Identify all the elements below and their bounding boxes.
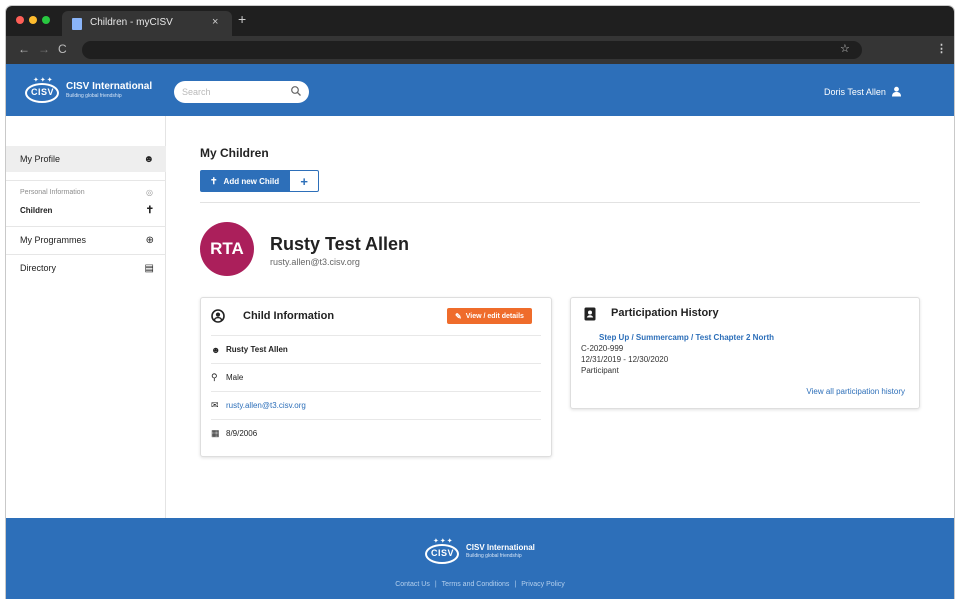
view-all-participation-link[interactable]: View all participation history: [806, 387, 905, 396]
sidebar-divider: [6, 254, 166, 255]
browser-toolbar: ← → C ☆ ⋮: [6, 36, 954, 64]
page-title: My Children: [200, 146, 269, 160]
back-arrow-icon[interactable]: ←: [18, 42, 30, 56]
browser-window: Children - myCISV × + ← → C ☆ ⋮ ✦✦✦ CISV…: [6, 6, 954, 599]
footer-logo-word: CISV: [431, 548, 455, 558]
sidebar-divider: [6, 226, 166, 227]
minimize-window-button[interactable]: [29, 16, 37, 24]
reload-icon[interactable]: C: [58, 42, 67, 56]
info-name-value: Rusty Test Allen: [226, 345, 288, 354]
address-bar[interactable]: [82, 41, 862, 59]
footer-links: Contact Us | Terms and Conditions | Privacy …: [6, 581, 954, 588]
sidebar-item-my-profile[interactable]: My Profile ☻: [6, 146, 166, 172]
male-gender-icon: ⚲: [211, 372, 218, 382]
envelope-icon: ✉: [211, 400, 219, 410]
user-circle-icon: [211, 309, 225, 323]
cisv-logo[interactable]: ✦✦✦ CISV CISV International Building glo…: [24, 74, 152, 106]
sidebar-item-my-programmes[interactable]: My Programmes ⊕: [6, 228, 166, 252]
cisv-logo-mark: ✦✦✦ CISV: [424, 536, 460, 566]
child-icon: ✝: [145, 204, 154, 216]
avatar: RTA: [200, 222, 254, 276]
search-input[interactable]: [182, 85, 282, 99]
info-row-email: ✉ rusty.allen@t3.cisv.org: [211, 391, 541, 419]
programme-dates: 12/31/2019 - 12/30/2020: [581, 355, 669, 364]
add-new-child-label: Add new Child: [223, 176, 280, 186]
user-icon: ☻: [211, 344, 221, 355]
user-icon: [891, 86, 901, 97]
info-birthdate-value: 8/9/2006: [226, 429, 258, 438]
sidebar: My Profile ☻ Personal Information ◎ Chil…: [6, 116, 166, 524]
document-icon: [72, 18, 82, 30]
footer-link-privacy[interactable]: Privacy Policy: [521, 581, 565, 588]
edit-icon: ✎: [455, 311, 462, 321]
programme-role: Participant: [581, 366, 619, 375]
browser-menu-icon[interactable]: ⋮: [936, 42, 947, 55]
main-content: My Children ✝ Add new Child + RTA Rusty …: [166, 116, 954, 524]
footer-link-terms[interactable]: Terms and Conditions: [442, 581, 510, 588]
address-book-icon: ▤: [144, 262, 154, 274]
logo-tagline: Building global friendship: [66, 93, 122, 99]
footer-logo-name: CISV International: [466, 543, 535, 552]
new-tab-button[interactable]: +: [238, 12, 246, 26]
child-information-card: Child Information ✎ View / edit details …: [200, 297, 552, 457]
section-divider: [200, 202, 920, 203]
child-information-title: Child Information: [243, 310, 335, 322]
participation-history-card: Participation History Step Up / Summerca…: [570, 297, 920, 409]
view-edit-details-label: View / edit details: [465, 312, 524, 320]
close-window-button[interactable]: [16, 16, 24, 24]
sidebar-subsection-label[interactable]: Personal Information: [20, 189, 85, 196]
logo-name: CISV International: [66, 81, 153, 92]
search-icon[interactable]: [290, 85, 302, 97]
info-row-gender: ⚲ Male: [211, 363, 541, 391]
sidebar-item-label: My Profile: [20, 154, 61, 164]
sidebar-item-label: Directory: [20, 263, 57, 273]
add-child-button-group: ✝ Add new Child +: [200, 170, 320, 192]
user-menu[interactable]: Doris Test Allen: [824, 86, 902, 97]
sidebar-item-label: My Programmes: [20, 235, 87, 245]
globe-icon: ◎: [146, 188, 153, 197]
user-name: Doris Test Allen: [824, 86, 886, 97]
participation-history-title: Participation History: [611, 307, 719, 319]
programme-code: C-2020-999: [581, 344, 624, 353]
info-row-name: ☻ Rusty Test Allen: [211, 335, 541, 363]
footer-logo[interactable]: ✦✦✦ CISV CISV International Building glo…: [424, 536, 535, 566]
globe-icon: ⊕: [145, 234, 154, 246]
user-icon: ☻: [143, 153, 154, 165]
footer-separator: |: [434, 581, 437, 588]
logo-word: CISV: [31, 87, 55, 97]
forward-arrow-icon[interactable]: →: [38, 42, 50, 56]
sidebar-item-children[interactable]: Children ✝: [6, 202, 166, 218]
app-header: ✦✦✦ CISV CISV International Building glo…: [6, 64, 954, 116]
child-email-subheading: rusty.allen@t3.cisv.org: [270, 257, 360, 267]
browser-tab[interactable]: Children - myCISV ×: [62, 11, 232, 36]
tab-close-icon[interactable]: ×: [212, 16, 218, 28]
info-email-link[interactable]: rusty.allen@t3.cisv.org: [226, 401, 306, 410]
child-name-heading: Rusty Test Allen: [270, 234, 410, 254]
sidebar-divider: [6, 180, 166, 181]
info-row-birthdate: ▦ 8/9/2006: [211, 419, 541, 447]
sidebar-item-directory[interactable]: Directory ▤: [6, 256, 166, 280]
add-child-plus-button[interactable]: +: [289, 170, 320, 192]
address-book-icon: [584, 307, 596, 321]
add-new-child-button[interactable]: ✝ Add new Child: [200, 170, 290, 192]
footer-separator: |: [514, 581, 517, 588]
browser-tab-bar: Children - myCISV × +: [6, 6, 954, 36]
child-icon: ✝: [210, 175, 218, 186]
footer-logo-tagline: Building global friendship: [466, 553, 522, 559]
search-box: [174, 81, 309, 103]
sidebar-item-label: Children: [20, 205, 53, 215]
info-gender-value: Male: [226, 373, 244, 382]
footer-link-contact[interactable]: Contact Us: [395, 581, 430, 588]
bookmark-star-icon[interactable]: ☆: [840, 42, 850, 55]
maximize-window-button[interactable]: [42, 16, 50, 24]
footer: ✦✦✦ CISV CISV International Building glo…: [6, 518, 954, 599]
cisv-logo-mark: ✦✦✦ CISV: [24, 75, 60, 105]
birthday-cake-icon: ▦: [211, 428, 220, 438]
view-edit-details-button[interactable]: ✎ View / edit details: [447, 308, 532, 324]
programme-link[interactable]: Step Up / Summercamp / Test Chapter 2 No…: [599, 333, 774, 342]
tab-title: Children - myCISV: [90, 17, 173, 28]
